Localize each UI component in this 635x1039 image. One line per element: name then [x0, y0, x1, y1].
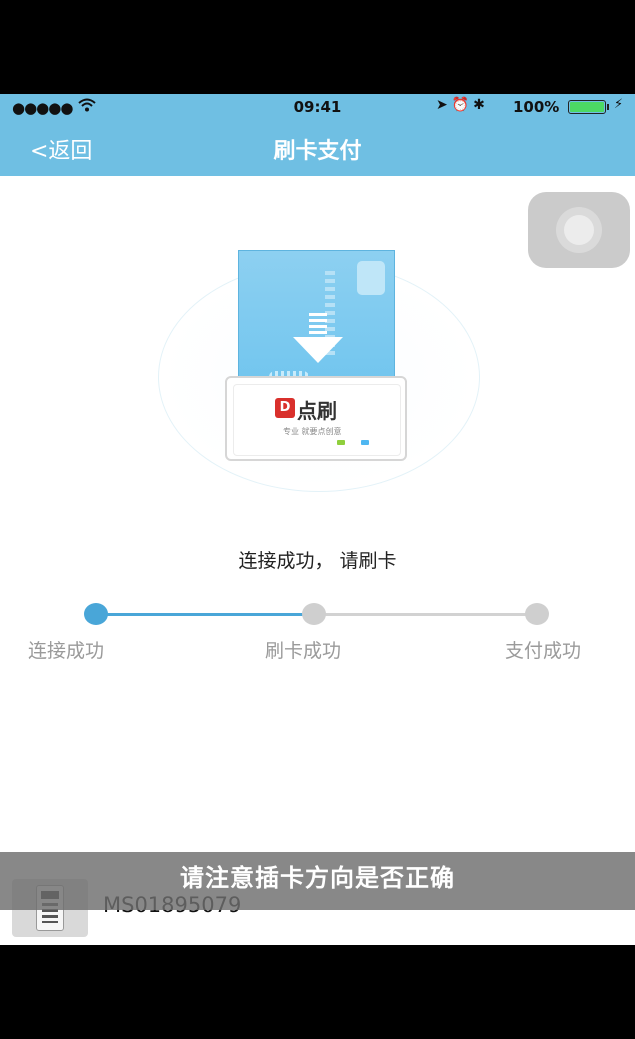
nav-bar: <返回 刷卡支付: [0, 120, 635, 176]
page-title: 刷卡支付: [273, 139, 362, 164]
status-bar: ●●●●● 09:41 ➤⏰✱ 100% ⚡: [0, 94, 635, 120]
brand-logo-icon: D: [275, 398, 295, 418]
arrow-down-icon: [309, 313, 327, 337]
phone-screen: ●●●●● 09:41 ➤⏰✱ 100% ⚡ <返回 刷卡支付 D 点刷 专业 …: [0, 94, 635, 945]
step-label-connected: 连接成功: [28, 640, 105, 662]
step-label-swiped: 刷卡成功: [265, 640, 342, 662]
green-led-icon: [337, 440, 345, 445]
battery-icon: [568, 100, 606, 114]
step-label-paid: 支付成功: [505, 640, 582, 662]
progress-steps: 连接成功 刷卡成功 支付成功: [0, 599, 635, 662]
battery-tip-icon: [607, 104, 609, 110]
step-dot-swiped: [302, 603, 326, 625]
step-dot-paid: [525, 603, 549, 625]
step-dot-connected: [84, 603, 108, 625]
swipe-card-illustration: D 点刷 专业 就要点创意: [150, 244, 480, 504]
location-alarm-bluetooth-icons: ➤⏰✱: [436, 97, 489, 113]
assistive-touch-button[interactable]: [528, 192, 630, 268]
brand-name: 点刷: [297, 399, 337, 423]
progress-track-done: [96, 613, 314, 616]
assistive-dot-icon: [564, 215, 594, 245]
card-reader-icon: D 点刷 专业 就要点创意: [225, 376, 407, 461]
charging-icon: ⚡: [614, 97, 624, 112]
arrow-head-icon: [293, 337, 343, 363]
blue-led-icon: [361, 440, 369, 445]
progress-track-pending: [314, 613, 537, 616]
card-chip-icon: [357, 261, 385, 295]
toast-message: 请注意插卡方向是否正确: [0, 852, 635, 910]
battery-percent: 100%: [513, 98, 560, 116]
status-prompt: 连接成功， 请刷卡: [238, 550, 397, 572]
brand-tagline: 专业 就要点创意: [283, 427, 342, 436]
